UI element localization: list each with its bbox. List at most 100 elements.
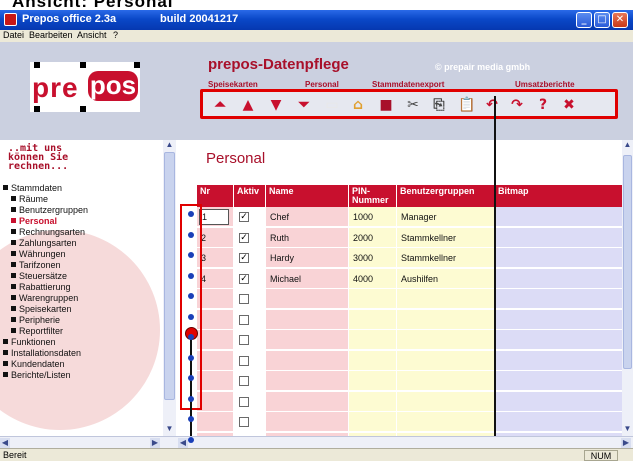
row-selector-icon[interactable] xyxy=(188,334,194,340)
cell-aktiv[interactable]: ✓ xyxy=(234,268,266,289)
cell-aktiv[interactable] xyxy=(234,309,266,330)
table-row[interactable] xyxy=(197,412,625,432)
tab-umsatzberichte[interactable]: Umsatzberichte xyxy=(515,80,575,89)
menu-ansicht[interactable]: Ansicht xyxy=(77,30,107,40)
content-scroll-up-icon[interactable]: ▲ xyxy=(622,140,633,150)
cell-name[interactable] xyxy=(266,350,349,371)
sidebar-scroll-up-icon[interactable]: ▲ xyxy=(164,140,175,150)
sidebar-item-benutzergruppen[interactable]: Benutzergruppen xyxy=(3,205,88,216)
sidebar-item-berichte-listen[interactable]: Berichte/Listen xyxy=(3,370,88,381)
open-folder-icon[interactable]: ⌂ xyxy=(351,98,365,112)
tab-personal[interactable]: Personal xyxy=(305,80,339,89)
column-header-nr[interactable]: Nr xyxy=(197,185,234,207)
cell-nr[interactable] xyxy=(197,309,234,330)
redo-icon[interactable]: ↷ xyxy=(510,98,524,112)
cell-name[interactable]: Chef xyxy=(266,207,349,227)
cell-bitmap[interactable] xyxy=(495,391,625,412)
menu-bearbeiten[interactable]: Bearbeiten xyxy=(29,30,73,40)
sidebar-item-peripherie[interactable]: Peripherie xyxy=(3,315,88,326)
cell-benutzergruppen[interactable] xyxy=(397,391,495,412)
cell-pin-nummer[interactable]: 3000 xyxy=(349,248,397,268)
sidebar-item-speisekarten[interactable]: Speisekarten xyxy=(3,304,88,315)
cell-aktiv[interactable]: ✓ xyxy=(234,207,266,227)
row-selector-icon[interactable] xyxy=(188,436,194,443)
row-selector-icon[interactable] xyxy=(188,272,194,279)
table-row[interactable] xyxy=(197,289,625,309)
cell-pin-nummer[interactable]: 2000 xyxy=(349,227,397,248)
row-selector-icon[interactable] xyxy=(188,354,194,361)
cell-nr[interactable]: 2 xyxy=(197,227,234,248)
menu-help[interactable]: ? xyxy=(113,30,118,40)
cell-nr[interactable] xyxy=(197,412,234,432)
cell-aktiv[interactable] xyxy=(234,289,266,309)
cell-benutzergruppen[interactable] xyxy=(397,289,495,309)
content-scroll-left-icon[interactable]: ◀ xyxy=(178,438,188,448)
minimize-button[interactable]: _ xyxy=(576,12,592,28)
cell-name[interactable] xyxy=(266,289,349,309)
first-record-icon[interactable]: ⏶ xyxy=(213,98,227,112)
sidebar-item-steuersätze[interactable]: Steuersätze xyxy=(3,271,88,282)
row-selector-icon[interactable] xyxy=(188,231,194,238)
active-checkbox[interactable]: ✓ xyxy=(239,253,249,263)
cell-bitmap[interactable] xyxy=(495,289,625,309)
table-row[interactable]: 2 ✓ Ruth 2000 Stammkellner xyxy=(197,227,625,248)
nr-input[interactable]: 1 xyxy=(199,209,229,225)
column-header-bitmap[interactable]: Bitmap xyxy=(495,185,625,207)
cell-aktiv[interactable] xyxy=(234,412,266,432)
cell-benutzergruppen[interactable]: Stammkellner xyxy=(397,248,495,268)
cell-aktiv[interactable] xyxy=(234,330,266,350)
help-icon[interactable]: ? xyxy=(536,98,550,112)
cell-pin-nummer[interactable] xyxy=(349,330,397,350)
table-row[interactable] xyxy=(197,330,625,350)
table-row[interactable]: 1 ✓ Chef 1000 Manager xyxy=(197,207,625,227)
cell-nr[interactable] xyxy=(197,350,234,371)
cell-aktiv[interactable] xyxy=(234,371,266,391)
content-hscroll[interactable]: ◀ ▶ xyxy=(176,436,633,448)
column-header-pin-nummer[interactable]: PIN- Nummer xyxy=(349,185,397,207)
active-checkbox[interactable]: ✓ xyxy=(239,212,249,222)
active-checkbox[interactable] xyxy=(239,335,249,345)
table-row[interactable]: 3 ✓ Hardy 3000 Stammkellner xyxy=(197,248,625,268)
table-row[interactable] xyxy=(197,371,625,391)
row-selector-icon[interactable] xyxy=(188,313,194,320)
sidebar-item-rechnungsarten[interactable]: Rechnungsarten xyxy=(3,227,88,238)
cell-nr[interactable] xyxy=(197,289,234,309)
cell-nr[interactable]: 4 xyxy=(197,268,234,289)
cell-bitmap[interactable] xyxy=(495,268,625,289)
cell-pin-nummer[interactable] xyxy=(349,309,397,330)
sidebar-item-installationsdaten[interactable]: Installationsdaten xyxy=(3,348,88,359)
sidebar-item-räume[interactable]: Räume xyxy=(3,194,88,205)
content-scrollbar[interactable]: ▲ ▼ xyxy=(622,140,633,436)
cell-name[interactable] xyxy=(266,371,349,391)
column-header-aktiv[interactable]: Aktiv xyxy=(234,185,266,207)
sidebar-item-zahlungsarten[interactable]: Zahlungsarten xyxy=(3,238,88,249)
undo-icon[interactable]: ↶ xyxy=(485,98,499,112)
sidebar-item-funktionen[interactable]: Funktionen xyxy=(3,337,88,348)
table-row[interactable] xyxy=(197,391,625,412)
cell-bitmap[interactable] xyxy=(495,371,625,391)
previous-record-icon[interactable]: ▲ xyxy=(241,98,255,112)
table-row[interactable] xyxy=(197,309,625,330)
cell-nr[interactable]: 1 xyxy=(197,207,234,227)
row-selector-icon[interactable] xyxy=(188,211,194,217)
cell-bitmap[interactable] xyxy=(495,207,625,227)
cell-benutzergruppen[interactable] xyxy=(397,350,495,371)
cell-nr[interactable] xyxy=(197,371,234,391)
column-header-name[interactable]: Name xyxy=(266,185,349,207)
cell-benutzergruppen[interactable] xyxy=(397,412,495,432)
cell-pin-nummer[interactable] xyxy=(349,412,397,432)
cell-pin-nummer[interactable]: 4000 xyxy=(349,268,397,289)
cell-benutzergruppen[interactable] xyxy=(397,309,495,330)
next-record-icon[interactable]: ▼ xyxy=(269,98,283,112)
cell-benutzergruppen[interactable] xyxy=(397,371,495,391)
sidebar-item-währungen[interactable]: Währungen xyxy=(3,249,88,260)
row-selector-icon[interactable] xyxy=(188,293,194,299)
cell-name[interactable] xyxy=(266,391,349,412)
maximize-button[interactable]: □ xyxy=(594,12,610,28)
cell-name[interactable]: Hardy xyxy=(266,248,349,268)
sidebar-scroll-thumb[interactable] xyxy=(164,152,175,400)
tab-stammdatenexport[interactable]: Stammdatenexport xyxy=(372,80,444,89)
cell-bitmap[interactable] xyxy=(495,350,625,371)
cell-benutzergruppen[interactable] xyxy=(397,330,495,350)
close-button[interactable]: ✕ xyxy=(612,12,628,28)
